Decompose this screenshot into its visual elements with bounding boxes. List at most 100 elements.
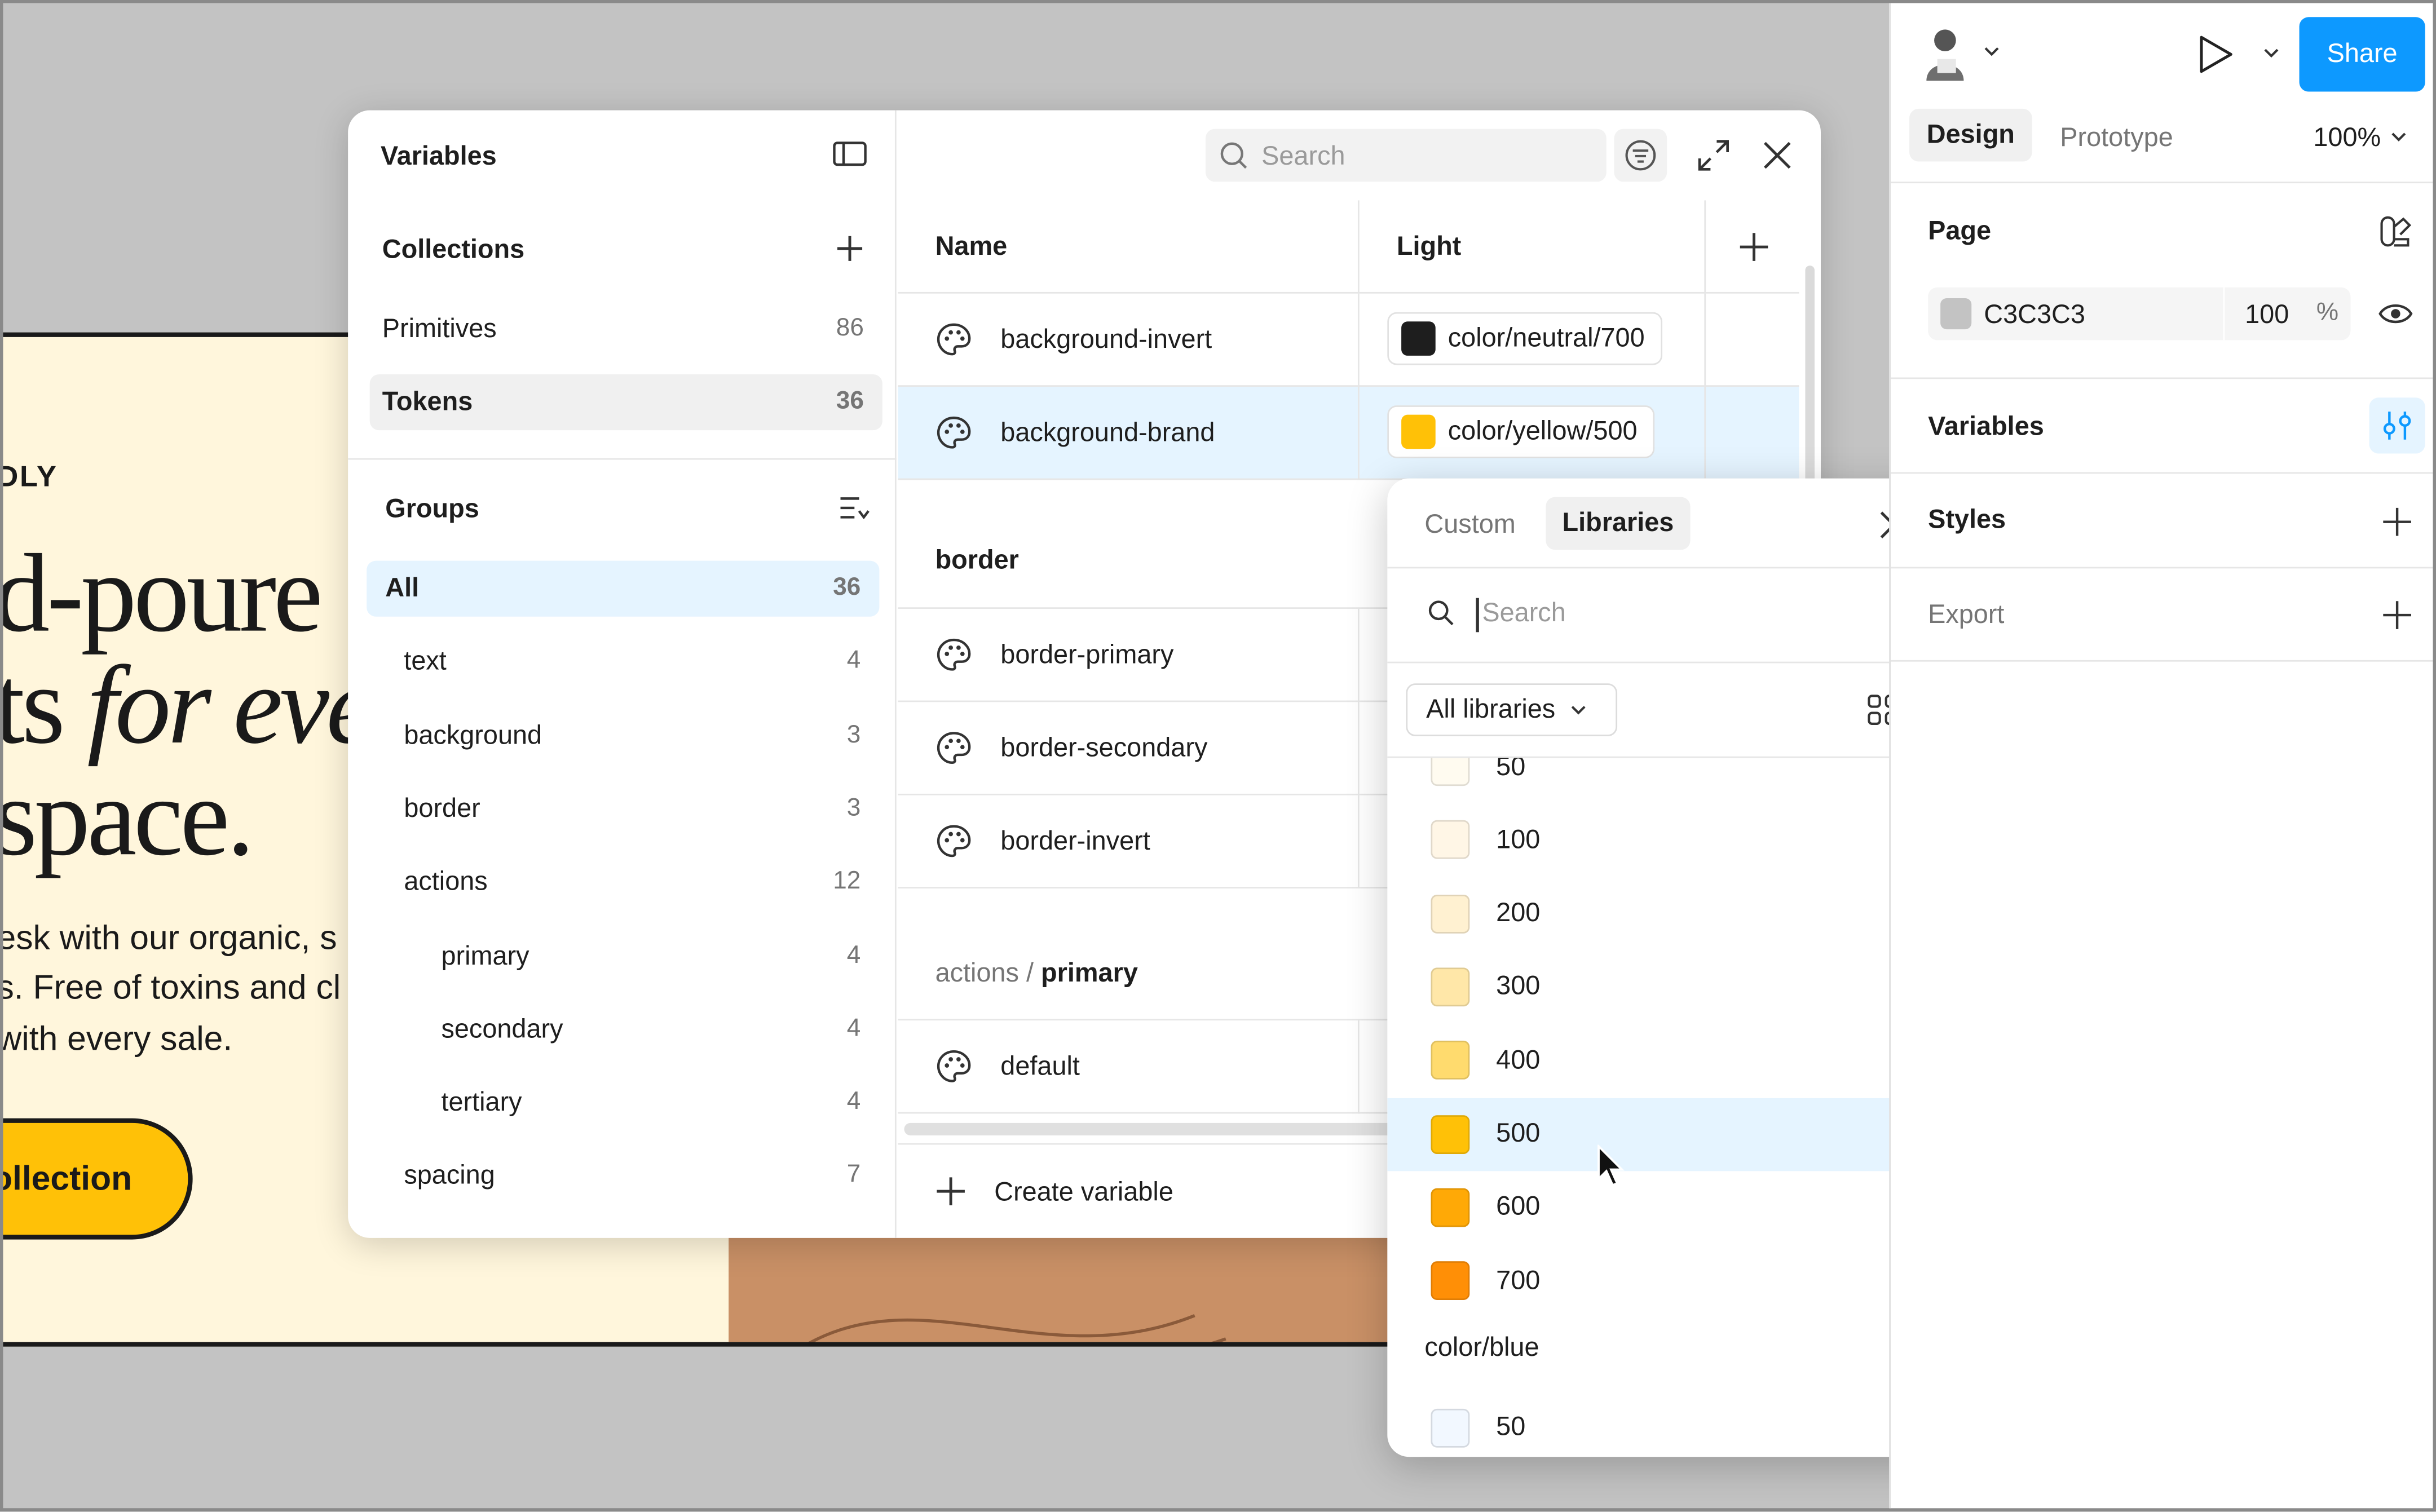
variable-name[interactable]: background-brand — [1000, 387, 1215, 480]
table-row[interactable]: background-invert color/neutral/700 — [898, 293, 1799, 387]
page-settings-icon[interactable] — [2378, 214, 2413, 249]
add-style-icon[interactable] — [2382, 506, 2413, 537]
swatch-item[interactable]: 600 — [1387, 1171, 1912, 1244]
eye-icon[interactable] — [2378, 300, 2413, 328]
color-variable-icon — [935, 321, 973, 359]
color-picker-popover: Custom Libraries Search All libraries 50… — [1387, 478, 1939, 1457]
column-divider — [1357, 608, 1360, 702]
divider — [2223, 287, 2225, 341]
column-divider — [1704, 200, 1706, 294]
present-play-icon[interactable] — [2197, 34, 2234, 75]
group-name: All — [385, 573, 420, 603]
tab-prototype[interactable]: Prototype — [2060, 123, 2173, 154]
group-name: tertiary — [441, 1087, 522, 1117]
divider — [1890, 182, 2433, 184]
group-item[interactable]: actions 12 — [367, 855, 879, 910]
group-item[interactable]: tertiary 4 — [367, 1075, 879, 1131]
variables-search[interactable]: Search — [1205, 129, 1607, 182]
search-icon — [1428, 599, 1456, 627]
swatch-item[interactable]: 50 — [1387, 758, 1912, 803]
search-placeholder: Search — [1261, 141, 1345, 171]
divider — [1387, 661, 1939, 664]
column-divider — [1357, 702, 1360, 795]
close-icon[interactable] — [1762, 140, 1793, 171]
group-count: 12 — [833, 868, 861, 895]
library-search-input[interactable]: Search — [1476, 598, 1864, 633]
export-section-title: Export — [1928, 599, 2005, 629]
group-item[interactable]: primary 4 — [367, 928, 879, 984]
variable-value-chip[interactable]: color/yellow/500 — [1387, 405, 1654, 458]
variable-name[interactable]: default — [1000, 1020, 1080, 1113]
group-name: secondary — [441, 1014, 563, 1044]
variables-settings-icon[interactable] — [2369, 397, 2425, 454]
group-name: border — [404, 793, 480, 823]
create-variable-button[interactable]: Create variable — [994, 1177, 1173, 1208]
collection-item[interactable]: Tokens 36 — [369, 374, 882, 431]
group-count: 4 — [846, 1015, 861, 1042]
variable-name[interactable]: border-secondary — [1000, 702, 1207, 795]
filter-icon[interactable] — [1614, 129, 1667, 182]
swatch-item[interactable]: 700 — [1387, 1244, 1912, 1317]
value-label: color/neutral/700 — [1448, 323, 1645, 353]
column-divider — [1704, 387, 1706, 480]
group-item[interactable]: secondary 4 — [367, 1001, 879, 1057]
group-sort-icon[interactable] — [839, 494, 870, 522]
swatch-item[interactable]: 200 — [1387, 877, 1912, 950]
hero-body-line-1: esk with our organic, s — [3, 918, 337, 957]
expand-icon[interactable] — [1697, 138, 1731, 173]
collection-count: 36 — [836, 388, 864, 415]
avatar[interactable] — [1922, 25, 1975, 84]
cta-label: ollection — [3, 1159, 133, 1198]
chevron-down-icon[interactable] — [2391, 132, 2407, 143]
swatch-item[interactable]: 300 — [1387, 950, 1912, 1023]
group-name: primary — [441, 940, 529, 970]
group-path: actions / — [935, 958, 1042, 988]
variable-name[interactable]: background-invert — [1000, 294, 1212, 387]
swatch-group-title: color/blue — [1424, 1333, 1539, 1363]
create-variable-icon[interactable] — [935, 1176, 967, 1207]
fill-swatch[interactable] — [1940, 298, 1972, 330]
tab-custom[interactable]: Custom — [1424, 510, 1515, 541]
collection-item[interactable]: Primitives 86 — [370, 301, 882, 357]
swatch-label: 600 — [1496, 1191, 1541, 1222]
table-header: Name Light — [898, 200, 1799, 294]
chevron-down-icon[interactable] — [2263, 48, 2279, 59]
group-item[interactable]: spacing 7 — [367, 1148, 879, 1204]
page-fill-field[interactable]: C3C3C3 100 % — [1928, 287, 2351, 341]
swatch-item[interactable]: 500 — [1387, 1097, 1913, 1170]
value-label: color/yellow/500 — [1448, 416, 1638, 446]
page-color-hex[interactable]: C3C3C3 — [1984, 300, 2085, 331]
group-name: actions — [404, 866, 488, 897]
share-button[interactable]: Share — [2299, 17, 2425, 92]
group-item[interactable]: All 36 — [367, 560, 880, 617]
chevron-down-icon[interactable] — [1984, 47, 2000, 58]
group-item[interactable]: border 3 — [367, 781, 879, 837]
page-opacity[interactable]: 100 — [2245, 300, 2289, 331]
column-divider — [1704, 293, 1706, 387]
table-row[interactable]: background-brand color/yellow/500 — [898, 387, 1799, 480]
swatch-item[interactable]: 100 — [1387, 803, 1912, 876]
zoom-level[interactable]: 100% — [2313, 123, 2381, 154]
shop-collection-button[interactable]: ollection — [3, 1118, 193, 1240]
add-mode-icon[interactable] — [1738, 232, 1769, 263]
swatch-item[interactable]: 400 — [1387, 1024, 1912, 1097]
variables-section-title: Variables — [1928, 412, 2044, 441]
sidebar-toggle-icon[interactable] — [833, 140, 867, 168]
variable-name[interactable]: border-primary — [1000, 609, 1173, 702]
variable-name[interactable]: border-invert — [1000, 795, 1150, 888]
add-export-icon[interactable] — [2382, 599, 2413, 630]
add-collection-icon[interactable] — [836, 235, 864, 263]
variable-value-chip[interactable]: color/neutral/700 — [1387, 312, 1662, 365]
column-mode-light[interactable]: Light — [1397, 232, 1461, 263]
tab-libraries[interactable]: Libraries — [1546, 497, 1691, 550]
swatch-item[interactable]: 50 — [1387, 1391, 1912, 1457]
group-item[interactable]: background 3 — [367, 708, 879, 763]
swatch-label: 50 — [1496, 758, 1526, 781]
color-variable-icon — [935, 1049, 973, 1086]
group-item[interactable]: text 4 — [367, 634, 879, 690]
group-title: actions / primary — [935, 958, 1138, 989]
tab-design[interactable]: Design — [1909, 108, 2032, 162]
library-filter-dropdown[interactable]: All libraries — [1406, 683, 1618, 736]
swatch-label: 700 — [1496, 1265, 1541, 1295]
value-swatch — [1401, 414, 1436, 449]
